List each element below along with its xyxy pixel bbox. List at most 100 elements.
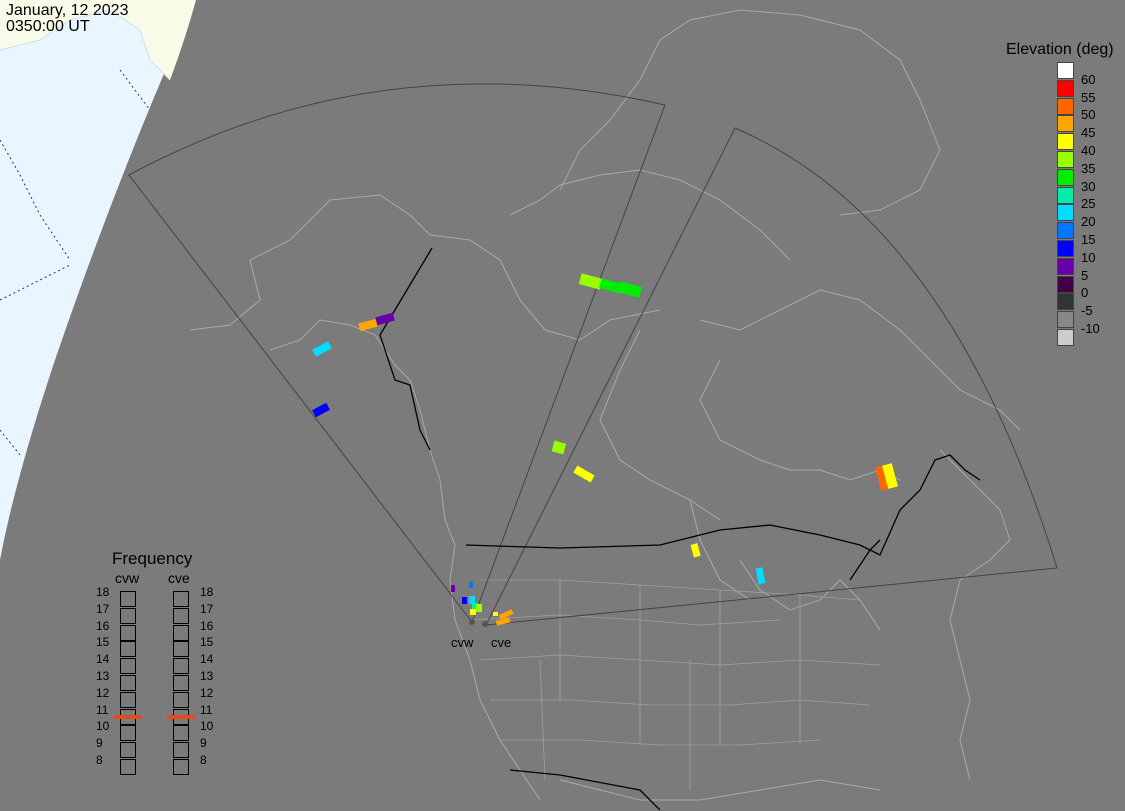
colorbar-label: 10 [1081,249,1096,265]
freq-level-label: 11 [200,702,213,717]
colorbar-swatch [1057,133,1074,151]
freq-level-label: 12 [200,685,214,700]
echo-cell [469,596,475,604]
freq-level-label: 9 [200,736,207,751]
freq-level-label: 8 [96,753,103,767]
freq-box [120,658,136,675]
colorbar-swatch [1057,222,1074,240]
echo-cell [358,318,378,332]
freq-box [173,691,189,708]
colorbar-swatch [1057,186,1074,204]
freq-level-label: 15 [96,635,110,650]
echo-cell [573,465,595,483]
borders [379,247,981,811]
colorbar-swatch [1057,311,1074,329]
freq-level-label: 14 [200,652,214,667]
freq-box [120,607,136,624]
freq-level-label: 10 [200,719,214,734]
colorbar-swatch [1057,62,1074,79]
freq-level-label: 13 [200,669,214,683]
freq-box [120,759,136,775]
colorbar-swatch [1057,168,1074,186]
colorbar-label: 30 [1081,178,1096,194]
echo-cells [312,273,898,626]
freq-level-label: 9 [96,736,103,751]
freq-selected-marker [114,714,142,719]
radar-site-cve [482,621,488,627]
freq-box [120,641,136,658]
echo-cell [617,281,642,298]
freq-level-label: 15 [200,635,214,650]
state-boundaries [469,579,881,790]
time-label: 0350:00 UT [6,18,90,35]
radar-label-cve: cve [491,635,512,650]
colorbar-label: -10 [1081,321,1100,336]
freq-box [173,742,189,759]
freq-box [120,591,136,607]
freq-box [120,742,136,759]
freq-box [120,691,136,708]
freq-level-label: 16 [200,618,214,633]
freq-level-label: 17 [200,601,214,616]
colorbar-swatch [1057,329,1074,346]
echo-cell [755,567,766,585]
colorbar-label: 20 [1081,214,1096,230]
freq-level-label: 18 [96,585,110,599]
freq-box [120,624,136,641]
freq-box [173,675,189,691]
colorbar-label: 45 [1081,125,1096,141]
echo-cell [312,341,332,357]
echo-cell [469,582,473,588]
echo-cell [312,402,330,418]
freq-box [173,591,189,607]
colorbar-swatch [1057,275,1074,293]
freq-level-label: 8 [200,753,207,767]
fov-cve [485,127,1058,626]
freq-box [173,725,189,742]
echo-cell [451,585,455,592]
freq-level-label: 18 [200,585,214,599]
freq-box [173,759,189,775]
freq-box [173,658,189,675]
echo-cell [375,312,395,326]
colorbar-label: 0 [1081,285,1089,301]
echo-cell [470,609,476,615]
colorbar-swatch [1057,257,1074,275]
freq-box [173,607,189,624]
fov-cvw [128,83,666,624]
echo-cell [690,543,701,558]
echo-cell [493,612,498,616]
freq-box [173,624,189,641]
coastlines [189,9,1021,801]
freq-level-label: 12 [96,685,110,700]
colorbar-swatch [1057,240,1074,257]
date-label: January, 12 2023 [6,2,129,19]
colorbar-label: 55 [1081,89,1096,105]
freq-level-label: 16 [96,618,110,633]
daylight-region [0,0,196,560]
colorbar-swatch [1057,151,1074,168]
colorbar-swatch [1057,97,1074,115]
radar-site-cvw [469,619,475,625]
freq-col-cve-label: cve [168,570,190,586]
colorbar-label: 50 [1081,107,1096,123]
colorbar-label: 40 [1081,143,1096,158]
freq-box [120,675,136,691]
freq-level-label: 11 [96,702,109,717]
freq-level-label: 13 [96,669,110,683]
freq-box [120,725,136,742]
colorbar-label: 15 [1081,232,1096,247]
freq-box [173,641,189,658]
freq-level-label: 10 [96,719,110,734]
elevation-legend-title: Elevation (deg) [1006,41,1114,58]
colorbar-swatch [1057,79,1074,97]
freq-level-label: 17 [96,601,110,616]
freq-selected-marker [167,714,195,719]
colorbar-swatch [1057,204,1074,222]
freq-level-label: 14 [96,652,110,667]
colorbar-swatch [1057,293,1074,311]
fov-outlines [128,83,1058,626]
colorbar-label: 5 [1081,267,1089,283]
colorbar-label: 35 [1081,160,1096,176]
colorbar-label: 25 [1081,196,1096,212]
